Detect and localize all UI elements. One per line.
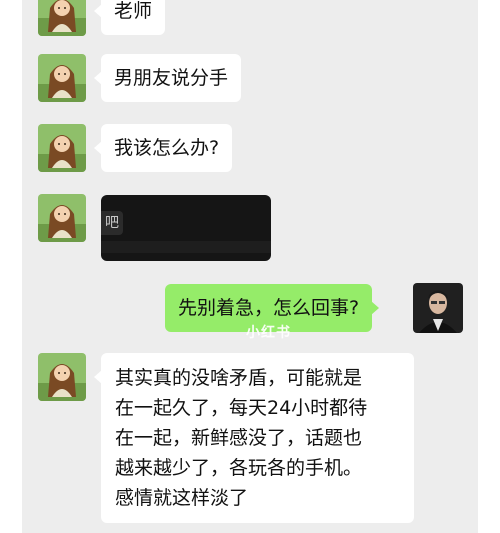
message-text: 我该怎么办? [114,137,220,159]
contact-avatar[interactable] [38,124,86,172]
watermark: 小红书 [246,325,291,341]
cartoon-girl-avatar-icon [38,54,86,102]
cartoon-girl-avatar-icon [38,353,86,401]
message-bubble[interactable]: 男朋友说分手 [93,54,242,102]
message-line: 在一起久了，每天24小时都待 [115,397,368,419]
contact-avatar[interactable] [38,0,86,36]
message-text: 老师 [114,0,153,22]
chat-window: 老师 男朋友说分手 我该怎么办? 吧 先别着急，怎么回事? 小红书 其实真的没啥… [22,0,478,533]
message-text: 先别着急，怎么回事? [178,297,360,319]
user-avatar[interactable] [413,283,463,333]
message-bubble[interactable]: 老师 [93,0,166,35]
contact-avatar[interactable] [38,353,86,401]
message-line: 在一起，新鲜感没了，话题也 [115,427,363,449]
contact-avatar[interactable] [38,54,86,102]
message-line: 其实真的没啥矛盾，可能就是 [115,367,363,389]
cartoon-girl-avatar-icon [38,0,86,36]
message-line: 越来越少了，各玩各的手机。 [115,457,363,479]
message-text: 男朋友说分手 [114,67,229,89]
media-label: 吧 [101,211,123,235]
media-message[interactable]: 吧 [101,195,271,261]
media-strip [101,241,271,253]
cartoon-girl-avatar-icon [38,124,86,172]
contact-avatar[interactable] [38,194,86,242]
message-bubble[interactable]: 我该怎么办? [93,124,233,172]
cartoon-girl-avatar-icon [38,194,86,242]
message-bubble[interactable]: 其实真的没啥矛盾，可能就是 在一起久了，每天24小时都待 在一起，新鲜感没了，话… [94,353,414,523]
man-in-suit-avatar-icon [413,283,463,333]
message-line: 感情就这样淡了 [115,487,249,509]
